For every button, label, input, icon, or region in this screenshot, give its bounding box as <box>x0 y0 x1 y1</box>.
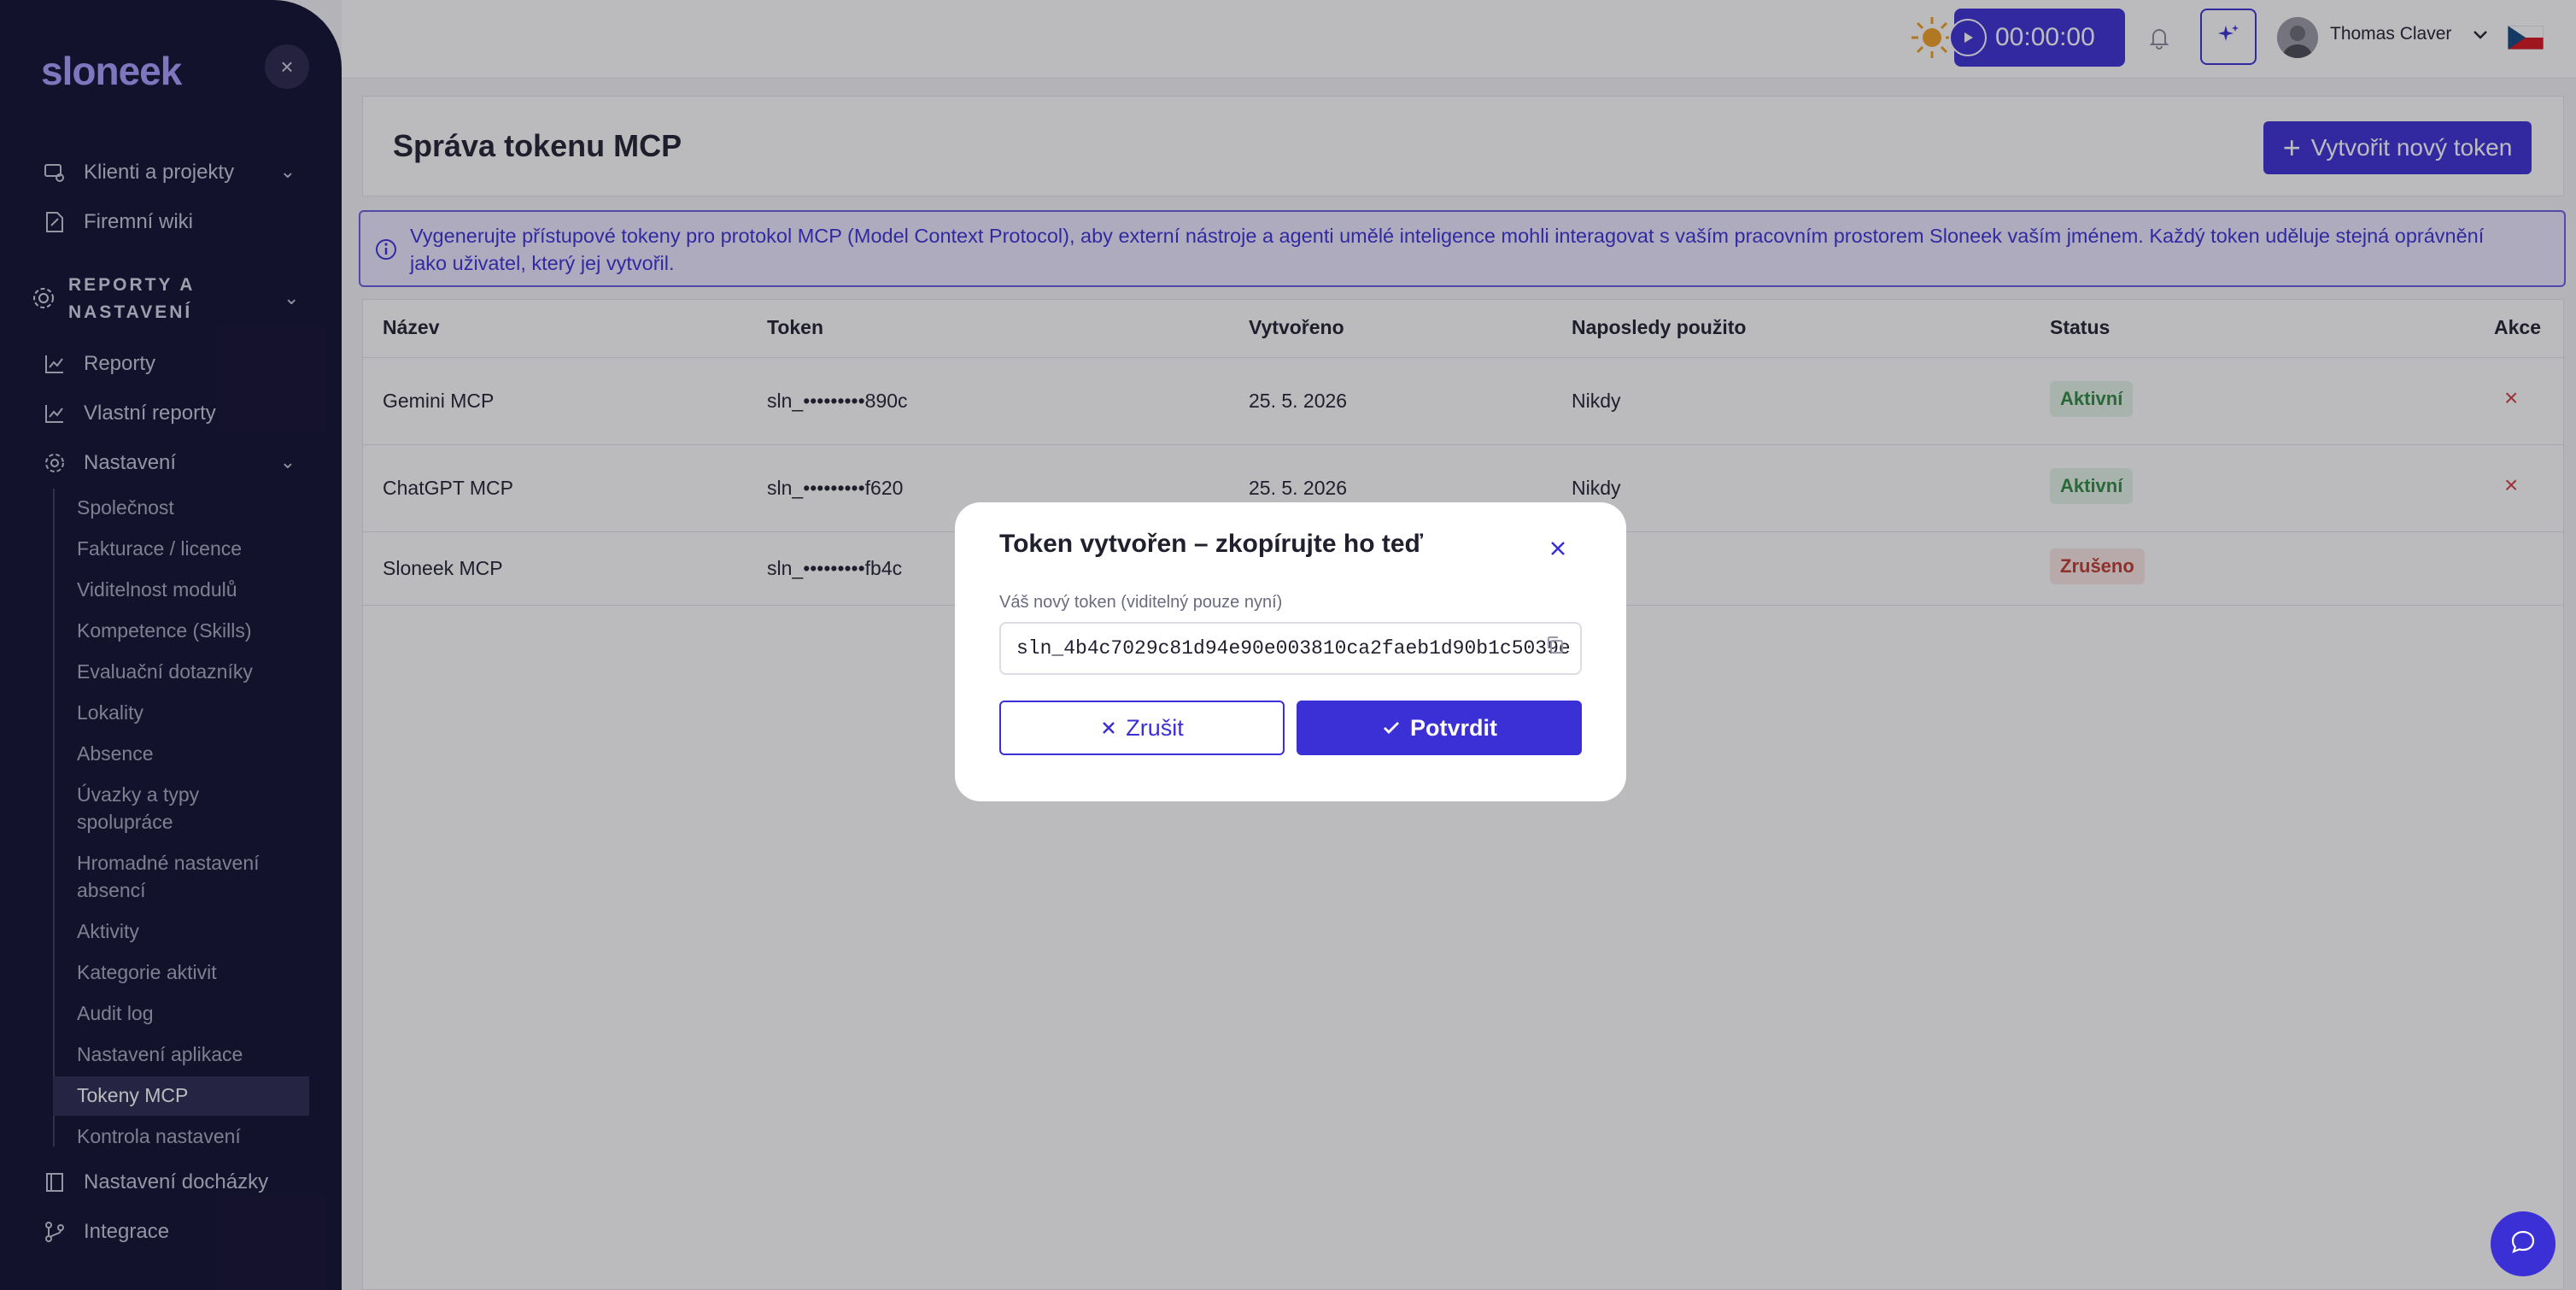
chat-bubble-icon <box>2508 1227 2538 1262</box>
token-created-modal: Token vytvořen – zkopírujte ho teď Váš n… <box>955 502 1626 801</box>
close-icon[interactable] <box>1541 531 1575 566</box>
token-field-label: Váš nový token (viditelný pouze nyní) <box>999 593 1283 612</box>
confirm-label: Potvrdit <box>1409 714 1497 741</box>
cancel-button[interactable]: Zrušit <box>999 701 1285 755</box>
cancel-label: Zrušit <box>1126 714 1184 741</box>
chat-support-button[interactable] <box>2491 1211 2556 1276</box>
check-icon <box>1383 722 1399 734</box>
close-icon <box>1103 722 1115 734</box>
confirm-button[interactable]: Potvrdit <box>1297 701 1582 755</box>
modal-title: Token vytvořen – zkopírujte ho teď <box>999 530 1424 558</box>
copy-icon[interactable] <box>1544 634 1572 661</box>
token-value-field[interactable]: sln_4b4c7029c81d94e90e003810ca2faeb1d90b… <box>999 622 1582 675</box>
